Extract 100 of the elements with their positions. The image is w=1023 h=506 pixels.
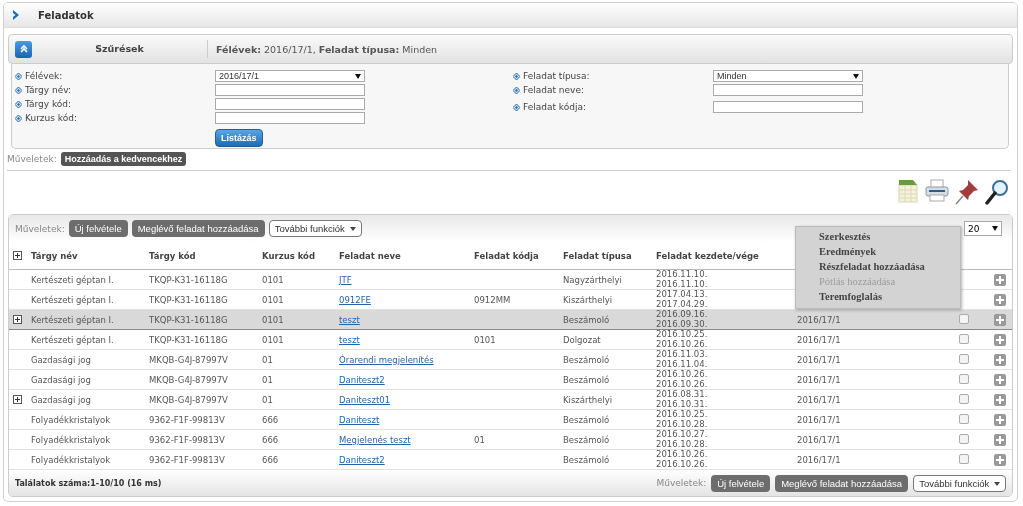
task-link[interactable]: Daniteszt01 [339,394,391,405]
action-button[interactable]: Meglévő feladat hozzáadása [131,220,265,237]
row-checkbox[interactable] [959,453,969,464]
caret-icon [994,482,1000,486]
add-button[interactable] [994,293,1006,306]
actions-label: Műveletek: [7,154,57,164]
add-button[interactable] [994,393,1006,406]
page-title: Feladatok [38,9,94,21]
table-row[interactable]: Folyadékkristalyok 9362-F1F-99813V 666 Daniteszt Beszámoló 2016.10.25. 2016.10.28. 2016/17/1 [9,409,1012,430]
table-row[interactable]: Folyadékkristalyok 9362-F1F-99813V 666 Daniteszt2 Beszámoló 2016.10.26. 2016.10.26. 2016/17/1 [9,449,1012,470]
add-button[interactable] [994,453,1006,466]
table-cell: 0101 [474,334,496,345]
table-cell: 01 [474,434,485,445]
table-cell: Nagyzárthelyi [563,274,622,285]
dropdown-button[interactable]: További funkciók [268,220,362,237]
expand-icon[interactable] [13,251,22,260]
search-icon[interactable] [985,179,1009,205]
date-cell: 2016.10.25. 2016.10.26. [656,330,708,349]
add-button[interactable] [994,333,1006,346]
table-cell: 0912MM [474,294,511,305]
row-checkbox[interactable] [959,413,969,424]
double-chevron-icon [18,44,29,54]
actions-label: Műveletek: [656,478,707,488]
task-link[interactable]: Megjelenés teszt [339,434,411,445]
select-field[interactable]: Minden [713,70,863,82]
row-checkbox[interactable] [959,333,969,344]
table-cell: Beszámoló [563,454,610,465]
task-link[interactable]: teszt [339,314,360,325]
table-cell: MKQB-G4J-87997V [149,354,228,365]
filter-label: Feladat típusa: [522,71,591,81]
table-row[interactable]: Kertészeti géptan I. TKQP-K31-16118G 0101 teszt 0101 Dolgozat 2016.10.25. 2016.10.26. 2016/17/1 [9,329,1012,350]
table-cell: 01 [262,374,273,385]
menu-item[interactable]: Szerkesztés [796,229,960,244]
input-field[interactable] [215,98,365,110]
add-button[interactable] [994,433,1006,446]
table-cell: MKQB-G4J-87997V [149,394,228,405]
add-button[interactable] [994,373,1006,386]
printer-icon[interactable] [925,179,949,203]
diamond-icon [513,86,520,94]
table-cell: TKQP-K31-16118G [149,334,228,345]
table-cell: 2016/17/1 [797,414,841,425]
row-checkbox[interactable] [959,393,969,404]
list-button[interactable]: Listázás [215,129,263,147]
column-header[interactable]: Tárgy név [31,250,78,261]
add-button[interactable] [994,413,1006,426]
table-row[interactable]: Folyadékkristalyok 9362-F1F-99813V 666 Megjelenés teszt 01 Beszámoló 2016.10.27. 2016.10.28. 2016/17/1 [9,429,1012,450]
column-header[interactable]: Kurzus kód [262,250,316,261]
table-row[interactable]: Gazdasági jog MKQB-G4J-87997V 01 Daniteszt2 Beszámoló 2016.10.26. 2016.10.26. 2016/17/1 [9,369,1012,390]
column-header[interactable]: Feladat típusa [563,250,632,261]
table-cell: 2016/17/1 [797,394,841,405]
date-cell: 2016.10.26. 2016.10.26. [656,370,708,389]
column-header[interactable]: Tárgy kód [149,250,196,261]
add-button[interactable] [994,313,1006,326]
spreadsheet-icon[interactable] [897,179,919,203]
input-field[interactable] [713,101,863,113]
expand-icon[interactable] [13,315,22,324]
task-link[interactable]: JTF [339,274,352,285]
table-cell: 666 [262,414,279,425]
table-cell: 2016/17/1 [797,434,841,445]
add-button[interactable] [994,273,1006,286]
pin-icon[interactable] [955,179,979,205]
expand-icon[interactable] [13,395,22,404]
table-row[interactable]: Gazdasági jog MKQB-G4J-87997V 01 Órarendi megjelenítés Beszámoló 2016.11.03. 2016.11.04. 2016/17/1 [9,349,1012,370]
row-checkbox[interactable] [959,353,969,364]
input-field[interactable] [713,84,863,96]
action-button[interactable]: Új felvétele [68,220,128,237]
input-field[interactable] [215,112,365,124]
column-header[interactable]: Feladat kezdete/vége [656,250,759,261]
task-link[interactable]: 0912FE [339,294,371,305]
task-link[interactable]: Daniteszt [339,414,380,425]
dropdown-button[interactable]: További funkciók [913,474,1006,492]
diamond-icon [15,72,22,80]
collapse-button[interactable] [15,40,32,58]
row-checkbox[interactable] [959,433,969,444]
task-link[interactable]: Daniteszt2 [339,454,385,465]
row-checkbox[interactable] [959,313,969,324]
column-header[interactable]: Feladat neve [339,250,401,261]
row-checkbox[interactable] [959,373,969,384]
task-link[interactable]: Órarendi megjelenítés [339,354,434,365]
menu-item[interactable]: Eredmények [796,244,960,259]
table-cell: Kiszárthelyi [563,294,613,305]
table-cell: Gazdasági jog [31,374,91,385]
favorite-button[interactable]: Hozzáadás a kedvencekhez [60,152,187,166]
task-link[interactable]: teszt [339,334,360,345]
filter-title: Szűrések [32,40,208,58]
table-row[interactable]: Gazdasági jog MKQB-G4J-87997V 01 Daniteszt01 Kiszárthelyi 2016.08.31. 2016.10.31. 2016/17/1 [9,389,1012,410]
task-link[interactable]: Daniteszt2 [339,374,385,385]
diamond-icon [513,72,520,80]
table-row[interactable]: Kertészeti géptan I. TKQP-K31-16118G 0101 teszt Beszámoló 2016.09.16. 2016.09.30. 2016/17/1 [9,309,1012,330]
page-size-select[interactable]: 20 [964,221,1002,236]
add-button[interactable] [994,353,1006,366]
action-button[interactable]: Új felvétele [711,474,771,492]
table-cell: TKQP-K31-16118G [149,314,228,325]
menu-item[interactable]: Teremfoglalás [796,289,960,304]
select-field[interactable]: 2016/17/1 [215,70,365,82]
diamond-icon [513,103,520,111]
table-cell: 666 [262,434,279,445]
column-header[interactable]: Feladat kódja [474,250,539,261]
input-field[interactable] [215,84,365,96]
action-button[interactable]: Meglévő feladat hozzáadása [775,474,909,492]
